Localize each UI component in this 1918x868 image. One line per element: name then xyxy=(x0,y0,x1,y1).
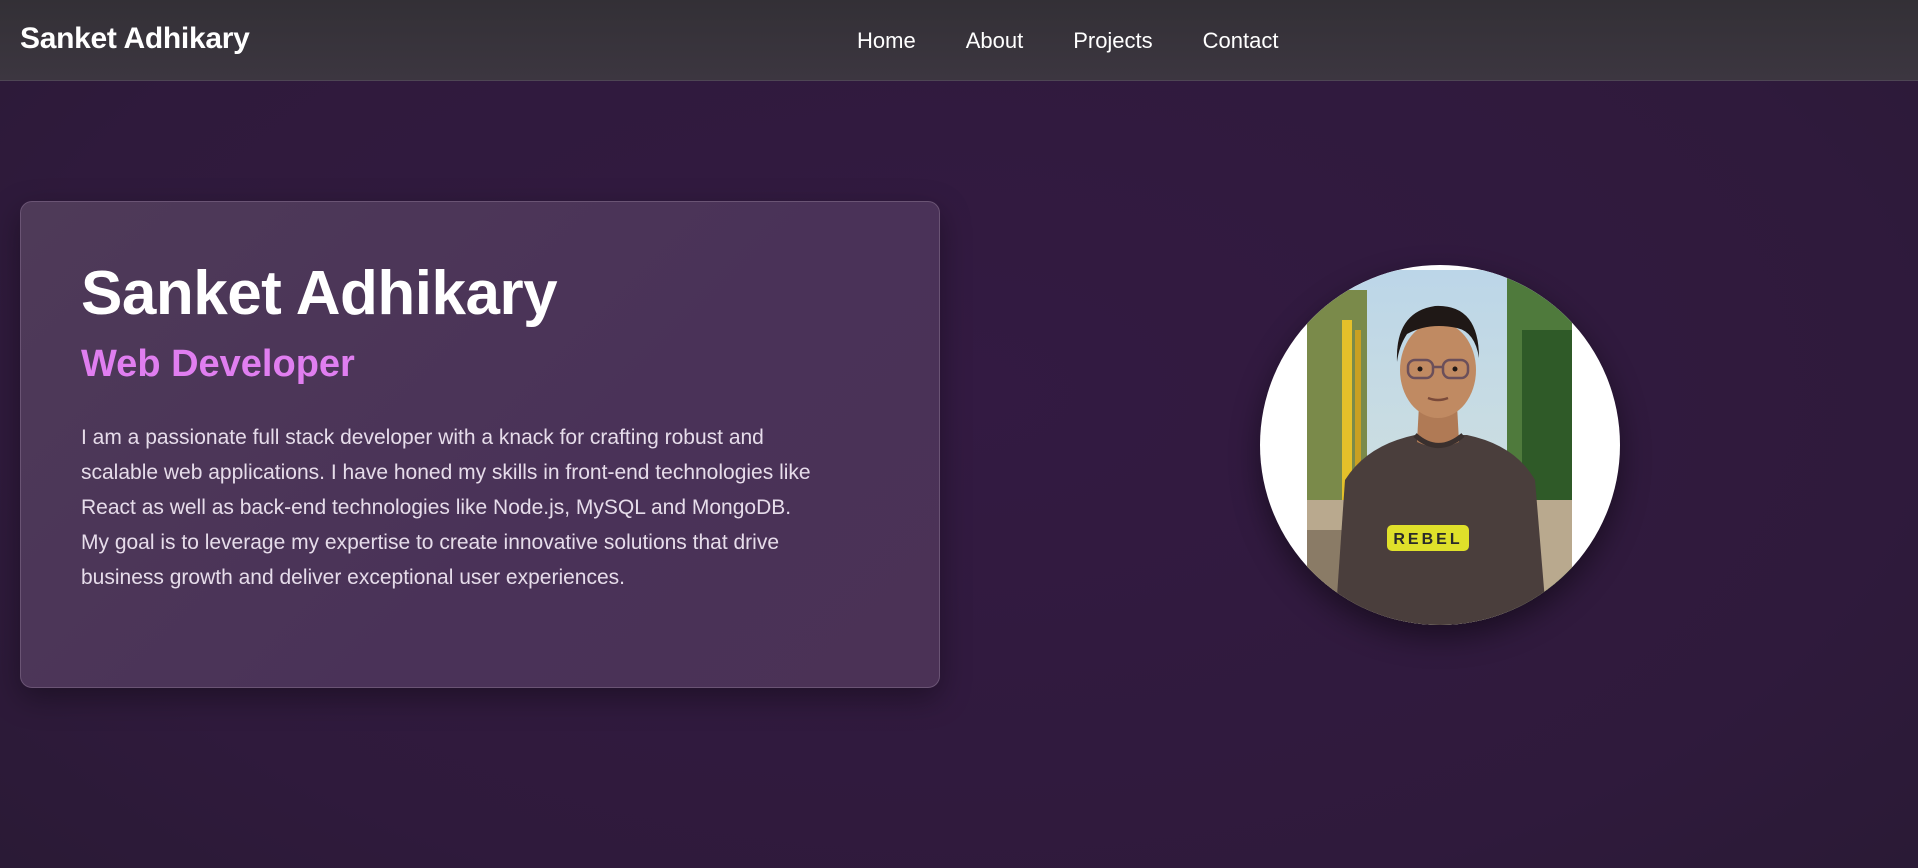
profile-photo: REBEL xyxy=(1307,270,1572,625)
brand-logo[interactable]: Sanket Adhikary xyxy=(20,22,250,56)
shirt-text: REBEL xyxy=(1393,531,1462,548)
nav-link-home[interactable]: Home xyxy=(857,28,916,54)
profile-avatar: REBEL xyxy=(1260,265,1620,625)
nav-link-projects[interactable]: Projects xyxy=(1073,28,1152,54)
nav-link-contact[interactable]: Contact xyxy=(1203,28,1279,54)
hero-card: Sanket Adhikary Web Developer I am a pas… xyxy=(20,201,940,688)
hero-name: Sanket Adhikary xyxy=(81,259,558,328)
nav-links: Home About Projects Contact xyxy=(857,28,1279,54)
nav-link-about[interactable]: About xyxy=(966,28,1024,54)
hero-role: Web Developer xyxy=(81,343,355,385)
hero-bio: I am a passionate full stack developer w… xyxy=(81,426,811,589)
navbar: Sanket Adhikary Home About Projects Cont… xyxy=(0,0,1918,81)
